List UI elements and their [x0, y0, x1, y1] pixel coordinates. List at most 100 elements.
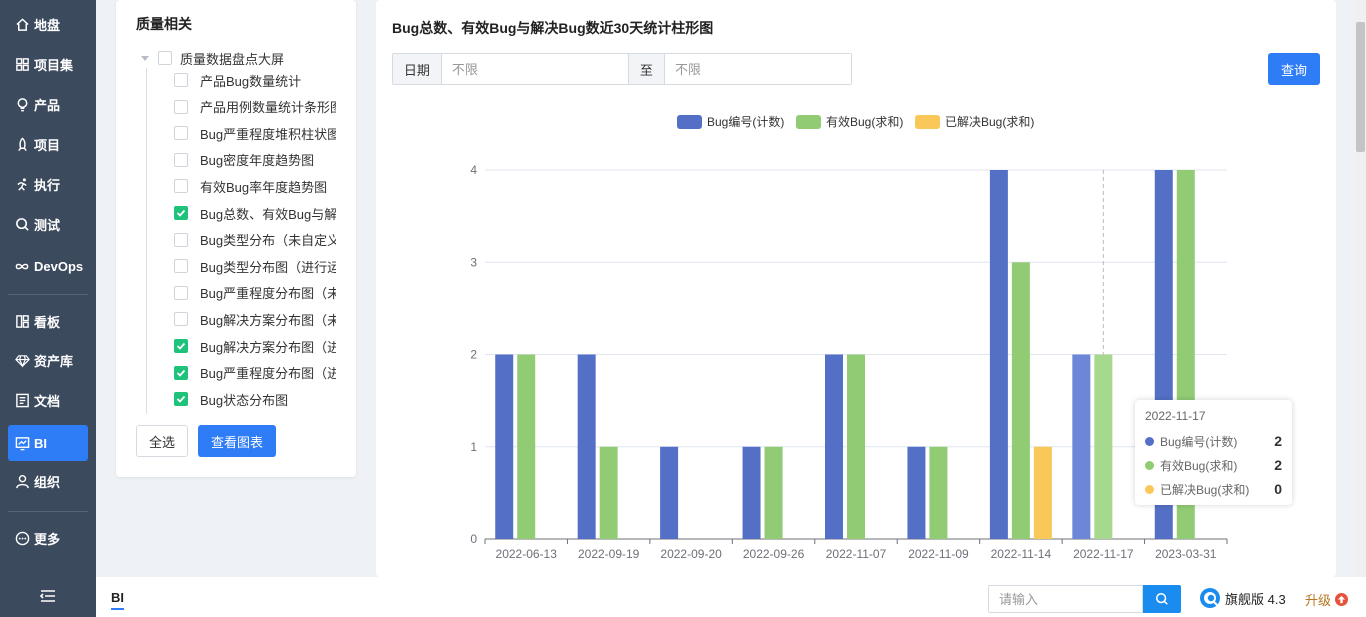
nav-item-docs[interactable]: 文档 [8, 382, 88, 418]
nav-item-test[interactable]: 测试 [8, 206, 88, 242]
checkbox[interactable] [174, 232, 188, 247]
nav-item-project[interactable]: 项目 [8, 126, 88, 162]
checkbox[interactable] [174, 99, 188, 114]
nav-item-more[interactable]: 更多 [8, 520, 88, 556]
bar[interactable] [742, 446, 761, 539]
tree-root-label: 质量数据盘点大屏 [180, 51, 285, 67]
bar[interactable] [517, 354, 536, 540]
legend-label[interactable]: Bug编号(计数) [707, 114, 784, 129]
nav-item-dashboard[interactable]: 地盘 [8, 6, 88, 42]
tooltip-title: 2022-11-17 [1145, 409, 1206, 423]
view-chart-button[interactable]: 查看图表 [198, 425, 276, 457]
nav-item-bi[interactable]: BI [8, 425, 88, 461]
tooltip-series-name: 已解决Bug(求和) [1160, 482, 1250, 497]
nav-item-execution[interactable]: 执行 [8, 166, 88, 202]
bar[interactable] [907, 446, 926, 539]
bar[interactable] [495, 354, 514, 540]
checkbox-checked[interactable] [174, 392, 188, 407]
legend-swatch[interactable] [915, 115, 940, 129]
legend-swatch[interactable] [677, 115, 702, 129]
checkbox[interactable] [174, 73, 188, 87]
checkbox[interactable] [174, 285, 188, 300]
panel-title: 质量相关 [136, 16, 192, 32]
end-date-input[interactable] [665, 54, 851, 84]
chart-list-item[interactable]: 有效Bug率年度趋势图 [174, 175, 336, 197]
breadcrumb-underline [111, 608, 124, 610]
infinity-icon [14, 258, 30, 274]
chart-list-item[interactable]: Bug类型分布（未自定义） [174, 229, 336, 251]
nav-item-label: 更多 [34, 531, 61, 547]
bar[interactable] [764, 446, 783, 539]
start-date-input[interactable] [441, 54, 628, 84]
nav-item-product[interactable]: 产品 [8, 86, 88, 122]
legend-label[interactable]: 已解决Bug(求和) [945, 115, 1034, 129]
upgrade-link[interactable]: 升级 [1305, 590, 1349, 609]
nav-item-kanban[interactable]: 看板 [8, 303, 88, 339]
bar[interactable] [847, 354, 865, 540]
arrow-up-icon [1335, 593, 1349, 606]
page-scrollbar[interactable] [1355, 0, 1366, 577]
breadcrumb[interactable]: BI [111, 590, 124, 605]
home-icon [14, 16, 30, 32]
nav-item-assets[interactable]: 资产库 [8, 342, 88, 378]
legend-swatch[interactable] [796, 115, 821, 129]
chart-list-item[interactable]: Bug总数、有效Bug与解决Bug数近30天统计柱形图 [174, 202, 336, 224]
checkbox[interactable] [174, 126, 188, 141]
chart-list-item[interactable]: Bug严重程度分布图（进行中） [174, 362, 336, 384]
chart-list-item[interactable]: Bug解决方案分布图（未解决） [174, 308, 336, 330]
chart-list-item[interactable]: Bug解决方案分布图（进行中） [174, 335, 336, 357]
upgrade-label: 升级 [1305, 593, 1332, 608]
checkbox-checked[interactable] [174, 339, 188, 353]
root-checkbox[interactable] [158, 51, 172, 65]
date-to-label: 至 [627, 54, 665, 84]
chart-list-item-label: 产品用例数量统计条形图 [200, 100, 336, 116]
caret-down-icon[interactable] [140, 53, 150, 63]
chart-list-item[interactable]: Bug密度年度趋势图 [174, 149, 336, 171]
chart-list-item[interactable]: Bug类型分布图（进行运营） [174, 255, 336, 277]
collapse-menu-icon[interactable] [38, 586, 58, 606]
tooltip-series-value: 2 [1274, 457, 1282, 473]
bar[interactable] [929, 446, 948, 539]
x-tick-label: 2022-06-13 [496, 547, 558, 561]
chart-list-panel: 质量相关 质量数据盘点大屏 产品Bug数量统计产品用例数量统计条形图 Bug严重程… [116, 0, 356, 477]
checkbox[interactable] [174, 179, 188, 194]
chart-list-item[interactable]: 产品Bug数量统计 [174, 69, 336, 91]
x-tick-label: 2022-11-09 [908, 547, 969, 561]
x-tick-label: 2022-11-17 [1073, 547, 1134, 561]
tree-root[interactable]: 质量数据盘点大屏 [140, 47, 284, 69]
chart-list-item[interactable]: 产品用例数量统计条形图 [174, 96, 336, 118]
bar[interactable] [577, 354, 596, 540]
bar[interactable] [1094, 354, 1113, 540]
search-icon [14, 216, 30, 232]
bar[interactable] [1072, 354, 1091, 540]
chart-list-item[interactable]: Bug状态分布图 [174, 388, 336, 410]
bottom-bar: BI 旗舰版 4.3 升级 [96, 577, 1366, 617]
nav-item-devops[interactable]: DevOps [8, 248, 88, 284]
checkbox-checked[interactable] [174, 365, 188, 380]
nav-item-program[interactable]: 项目集 [8, 46, 88, 82]
select-all-button[interactable]: 全选 [136, 425, 188, 457]
check-icon [176, 209, 186, 217]
legend-label[interactable]: 有效Bug(求和) [826, 114, 903, 129]
nav-item-label: 产品 [34, 97, 61, 113]
bar[interactable] [825, 354, 843, 540]
y-tick-label: 2 [470, 348, 477, 362]
chart-list-item[interactable]: Bug严重程度堆积柱状图 [174, 122, 336, 144]
bar[interactable] [599, 446, 618, 539]
scrollbar-thumb[interactable] [1356, 22, 1365, 152]
bar[interactable] [989, 170, 1008, 539]
nav-item-label: DevOps [34, 258, 84, 274]
search-button[interactable] [1143, 585, 1181, 613]
checkbox[interactable] [174, 259, 188, 274]
global-search-input[interactable] [988, 585, 1143, 613]
checkbox[interactable] [174, 152, 188, 167]
checkbox[interactable] [174, 312, 188, 327]
checkbox-checked[interactable] [174, 206, 188, 220]
query-button[interactable]: 查询 [1268, 53, 1320, 85]
nav-item-org[interactable]: 组织 [8, 463, 88, 499]
bar[interactable] [1011, 262, 1030, 539]
series-dot [1145, 436, 1154, 446]
bar[interactable] [660, 446, 679, 539]
bar[interactable] [1033, 446, 1052, 539]
chart-list-item[interactable]: Bug严重程度分布图（未解决） [174, 282, 336, 304]
